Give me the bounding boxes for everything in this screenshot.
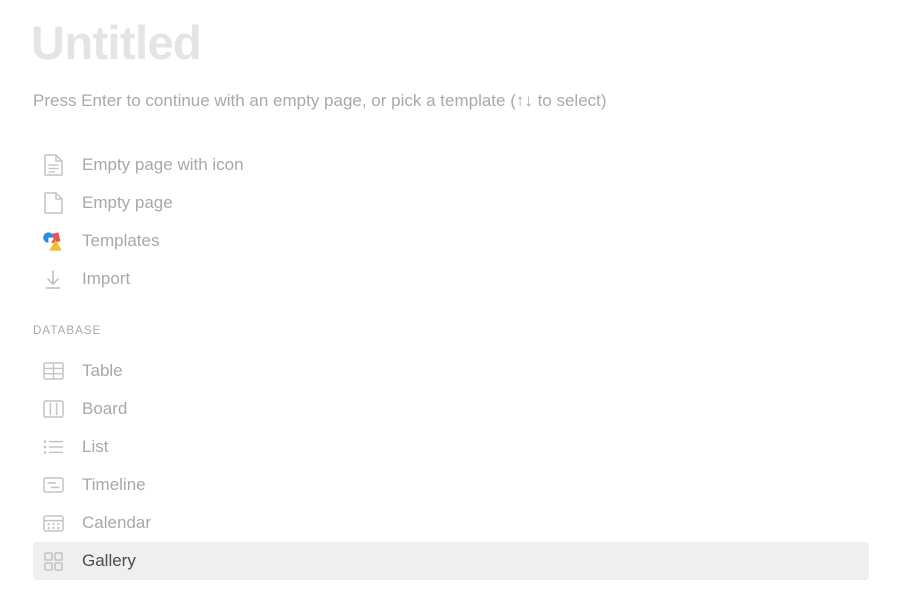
option-label: Templates	[82, 231, 160, 250]
option-empty-page-with-icon[interactable]: Empty page with icon	[33, 146, 869, 184]
board-columns-icon	[41, 397, 65, 421]
new-page-screen: Untitled Press Enter to continue with an…	[0, 0, 902, 596]
basic-option-list: Empty page with icon Empty page Template…	[0, 146, 902, 298]
download-arrow-icon	[41, 267, 65, 291]
option-label: List	[82, 437, 109, 456]
table-grid-icon	[41, 359, 65, 383]
option-board[interactable]: Board	[33, 390, 869, 428]
option-label: Gallery	[82, 551, 136, 570]
document-blank-icon	[41, 191, 65, 215]
gallery-squares-icon	[41, 549, 65, 573]
option-label: Calendar	[82, 513, 151, 532]
option-list[interactable]: List	[33, 428, 869, 466]
option-table[interactable]: Table	[33, 352, 869, 390]
option-gallery[interactable]: Gallery	[33, 542, 869, 580]
option-calendar[interactable]: Calendar	[33, 504, 869, 542]
option-templates[interactable]: Templates	[33, 222, 869, 260]
templates-shapes-icon	[41, 229, 65, 253]
calendar-icon	[41, 511, 65, 535]
option-label: Empty page with icon	[82, 155, 244, 174]
document-lines-icon	[41, 153, 65, 177]
page-title[interactable]: Untitled	[31, 13, 202, 73]
option-empty-page[interactable]: Empty page	[33, 184, 869, 222]
option-label: Import	[82, 269, 131, 288]
option-label: Empty page	[82, 193, 173, 212]
option-timeline[interactable]: Timeline	[33, 466, 869, 504]
page-hint-text: Press Enter to continue with an empty pa…	[33, 91, 607, 110]
section-header-database: DATABASE	[33, 325, 102, 337]
database-option-list: Table Board List Timeline Calendar Galle…	[0, 352, 902, 580]
list-bullets-icon	[41, 435, 65, 459]
option-label: Board	[82, 399, 128, 418]
option-label: Table	[82, 361, 123, 380]
option-import[interactable]: Import	[33, 260, 869, 298]
option-label: Timeline	[82, 475, 146, 494]
timeline-bars-icon	[41, 473, 65, 497]
